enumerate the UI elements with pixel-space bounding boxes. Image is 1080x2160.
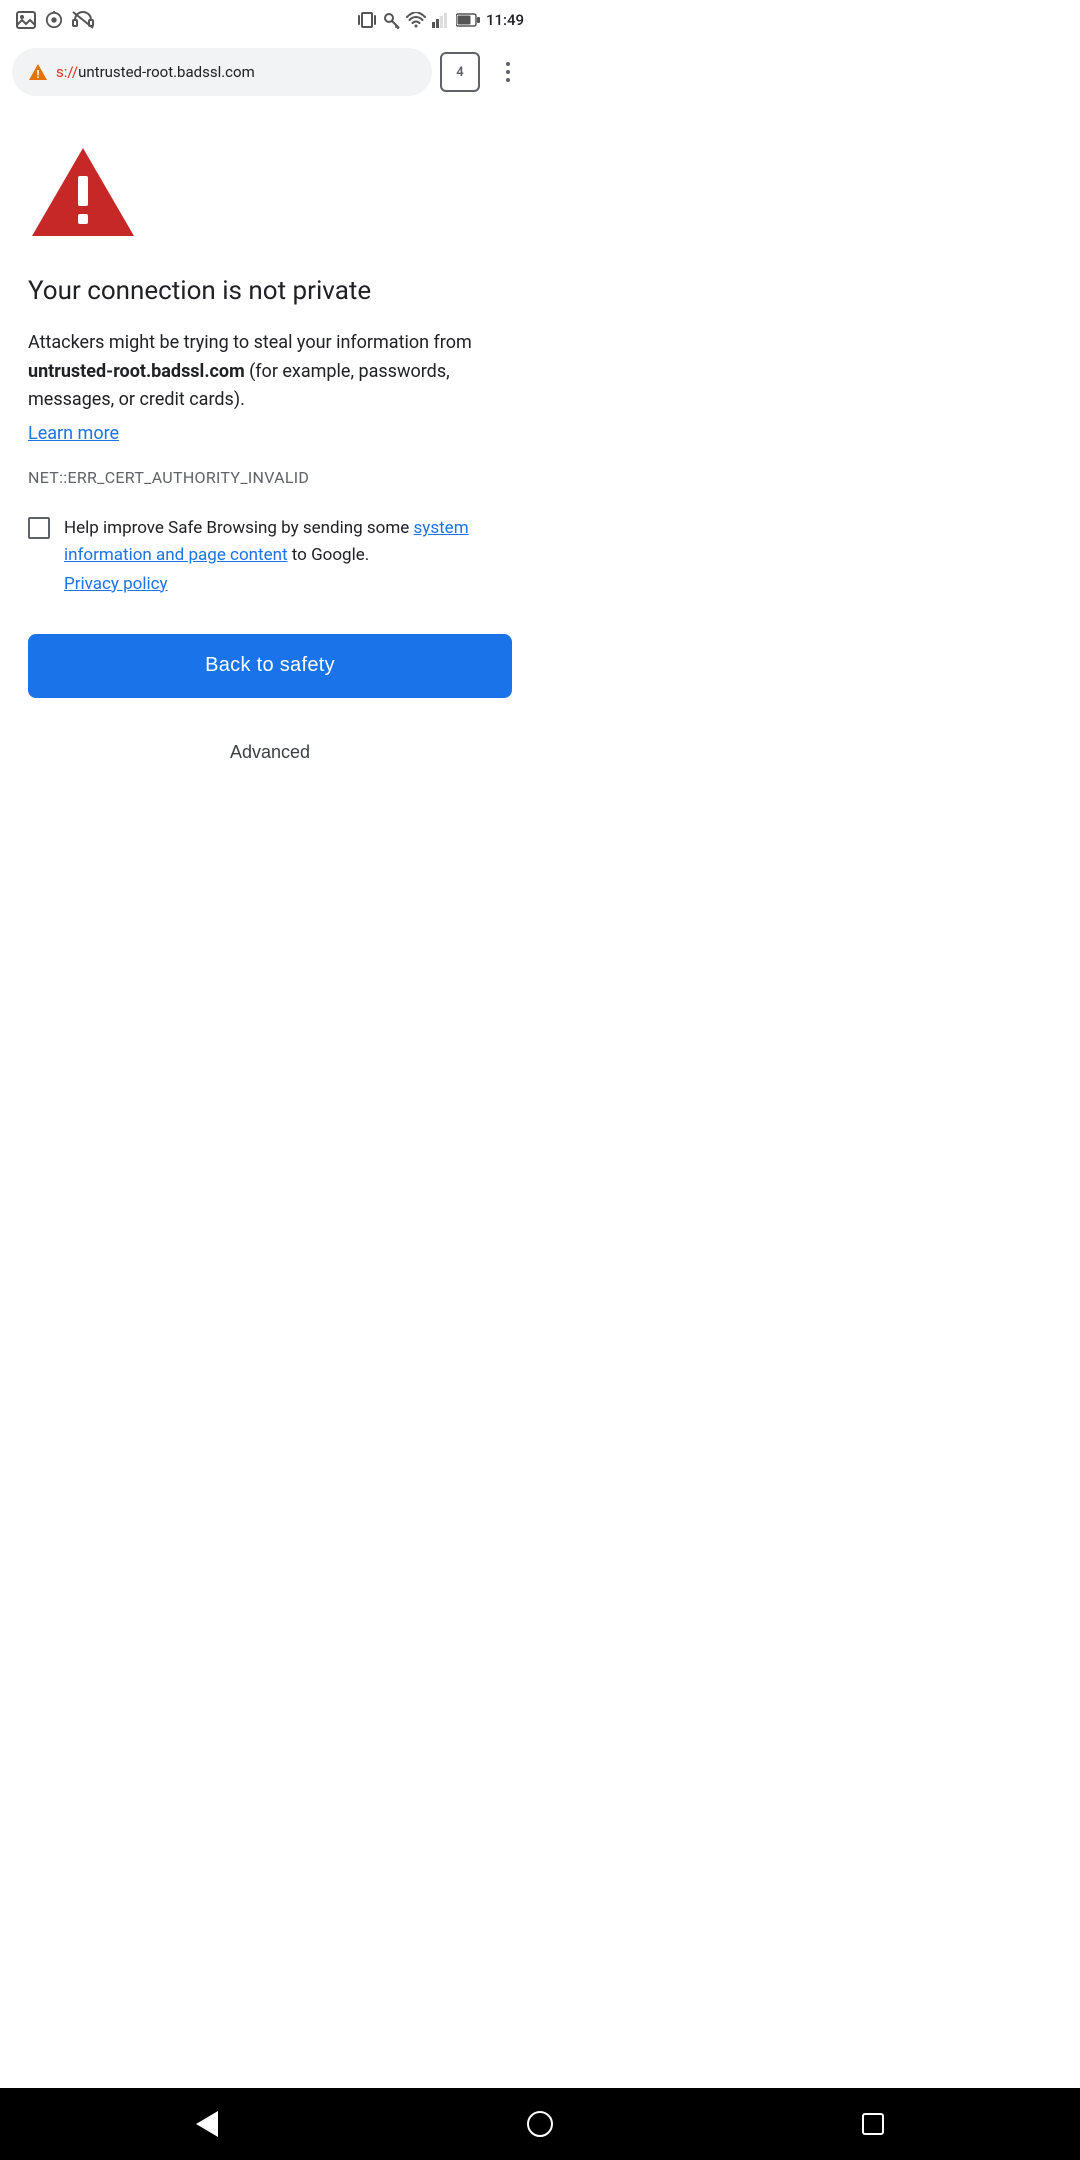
signal-icon bbox=[432, 12, 450, 28]
status-time: 11:49 bbox=[486, 11, 524, 29]
warning-icon-container bbox=[28, 144, 512, 243]
status-left-icons bbox=[16, 11, 94, 29]
battery-icon bbox=[456, 13, 480, 27]
description-text: Attackers might be trying to steal your … bbox=[28, 329, 512, 415]
recent-apps-button[interactable] bbox=[858, 2109, 888, 2139]
error-code: NET::ERR_CERT_AUTHORITY_INVALID bbox=[28, 468, 512, 487]
address-text: s://untrusted-root.badssl.com bbox=[56, 63, 255, 81]
page-title: Your connection is not private bbox=[28, 275, 512, 309]
address-url: untrusted-root.badssl.com bbox=[78, 63, 255, 81]
back-to-safety-button[interactable]: Back to safety bbox=[28, 634, 512, 698]
warning-triangle-small: ! bbox=[28, 63, 48, 81]
vibrate-icon bbox=[358, 11, 376, 29]
advanced-button[interactable]: Advanced bbox=[28, 730, 512, 775]
wifi-icon bbox=[406, 12, 426, 28]
description-part1: Attackers might be trying to steal your … bbox=[28, 332, 472, 353]
main-content: Your connection is not private Attackers… bbox=[0, 104, 540, 795]
home-circle-icon bbox=[527, 2111, 553, 2137]
key-icon bbox=[382, 11, 400, 29]
safe-browsing-checkbox[interactable] bbox=[28, 517, 50, 539]
nav-bar bbox=[0, 2088, 1080, 2160]
status-bar: 11:49 bbox=[0, 0, 540, 40]
svg-text:!: ! bbox=[37, 68, 40, 81]
status-right-icons: 11:49 bbox=[358, 11, 524, 29]
three-dots-icon bbox=[506, 62, 510, 82]
tab-count-label: 4 bbox=[456, 65, 463, 80]
home-button[interactable] bbox=[525, 2109, 555, 2139]
radio-icon bbox=[44, 11, 64, 29]
checkbox-label: Help improve Safe Browsing by sending so… bbox=[64, 518, 469, 565]
tab-count-button[interactable]: 4 bbox=[440, 52, 480, 92]
address-scheme: s:// bbox=[56, 63, 78, 81]
learn-more-link[interactable]: Learn more bbox=[28, 423, 119, 444]
no-headset-icon bbox=[72, 11, 94, 29]
site-name: untrusted-root.badssl.com bbox=[28, 361, 245, 382]
back-arrow-icon bbox=[196, 2111, 218, 2137]
checkbox-section: Help improve Safe Browsing by sending so… bbox=[28, 515, 512, 593]
privacy-policy-link[interactable]: Privacy policy bbox=[64, 574, 512, 594]
warning-triangle-large bbox=[28, 144, 138, 239]
address-bar[interactable]: ! s://untrusted-root.badssl.com bbox=[12, 48, 432, 96]
image-icon bbox=[16, 11, 36, 29]
menu-button[interactable] bbox=[488, 52, 528, 92]
address-bar-container: ! s://untrusted-root.badssl.com 4 bbox=[0, 40, 540, 104]
checkbox-label-container: Help improve Safe Browsing by sending so… bbox=[64, 515, 512, 593]
back-button[interactable] bbox=[192, 2109, 222, 2139]
recent-square-icon bbox=[862, 2113, 884, 2135]
